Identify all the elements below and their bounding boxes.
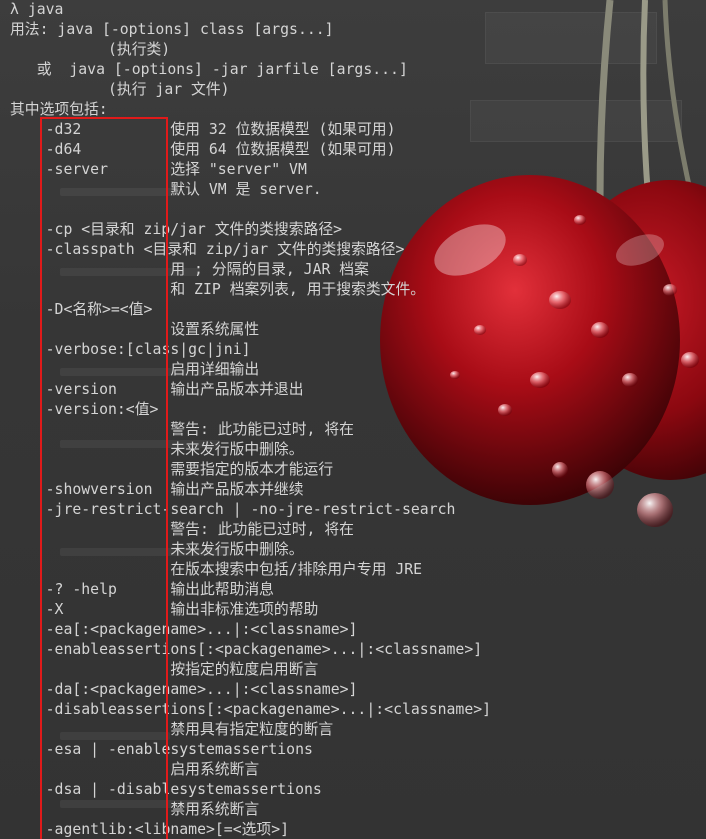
terminal-line: 或 java [-options] -jar jarfile [args...] (10, 61, 408, 78)
terminal-line: 和 ZIP 档案列表, 用于搜索类文件。 (10, 281, 426, 298)
terminal-line: 启用详细输出 (10, 361, 260, 378)
terminal-line: 启用系统断言 (10, 761, 260, 778)
terminal-line: -version 输出产品版本并退出 (10, 381, 304, 398)
terminal-line: -ea[:<packagename>...|:<classname>] (10, 621, 358, 638)
terminal-line: -esa | -enablesystemassertions (10, 741, 313, 758)
terminal-line: (执行 jar 文件) (10, 81, 230, 98)
terminal-window[interactable]: λ java 用法: java [-options] class [args...… (0, 0, 706, 839)
terminal-line: 用法: java [-options] class [args...] (10, 21, 334, 38)
terminal-line: 禁用具有指定粒度的断言 (10, 721, 334, 738)
terminal-line: -D<名称>=<值> (10, 301, 153, 318)
terminal-line: λ java (10, 1, 64, 18)
terminal-line: 用 ; 分隔的目录, JAR 档案 (10, 261, 369, 278)
terminal-line: 默认 VM 是 server. (10, 181, 322, 198)
terminal-line: -classpath <目录和 zip/jar 文件的类搜索路径> (10, 241, 405, 258)
terminal-line: -verbose:[class|gc|jni] (10, 341, 251, 358)
terminal-line: 未来发行版中删除。 (10, 541, 304, 558)
terminal-line: 设置系统属性 (10, 321, 260, 338)
terminal-line: 未来发行版中删除。 (10, 441, 304, 458)
terminal-line: 警告: 此功能已过时, 将在 (10, 521, 354, 538)
terminal-line: -da[:<packagename>...|:<classname>] (10, 681, 358, 698)
terminal-line: -agentlib:<libname>[=<选项>] (10, 821, 290, 838)
terminal-output: λ java 用法: java [-options] class [args...… (10, 0, 491, 839)
terminal-line: -showversion 输出产品版本并继续 (10, 481, 304, 498)
terminal-line: -disableassertions[:<packagename>...|:<c… (10, 701, 492, 718)
terminal-line: -d64 使用 64 位数据模型 (如果可用) (10, 141, 396, 158)
terminal-line: -? -help 输出此帮助消息 (10, 581, 274, 598)
terminal-line: -version:<值> (10, 401, 159, 418)
terminal-line: -dsa | -disablesystemassertions (10, 781, 322, 798)
terminal-line: 在版本搜索中包括/排除用户专用 JRE (10, 561, 423, 578)
terminal-line: -d32 使用 32 位数据模型 (如果可用) (10, 121, 396, 138)
terminal-line: -enableassertions[:<packagename>...|:<cl… (10, 641, 483, 658)
terminal-line: -cp <目录和 zip/jar 文件的类搜索路径> (10, 221, 343, 238)
terminal-line: -X 输出非标准选项的帮助 (10, 601, 319, 618)
terminal-line: 禁用系统断言 (10, 801, 260, 818)
terminal-line: -jre-restrict-search | -no-jre-restrict-… (10, 501, 456, 518)
terminal-line: -server 选择 "server" VM (10, 161, 307, 178)
terminal-line: 其中选项包括: (10, 101, 108, 118)
terminal-line: (执行类) (10, 41, 171, 58)
terminal-line: 警告: 此功能已过时, 将在 (10, 421, 354, 438)
terminal-line: 按指定的粒度启用断言 (10, 661, 319, 678)
terminal-line: 需要指定的版本才能运行 (10, 461, 334, 478)
